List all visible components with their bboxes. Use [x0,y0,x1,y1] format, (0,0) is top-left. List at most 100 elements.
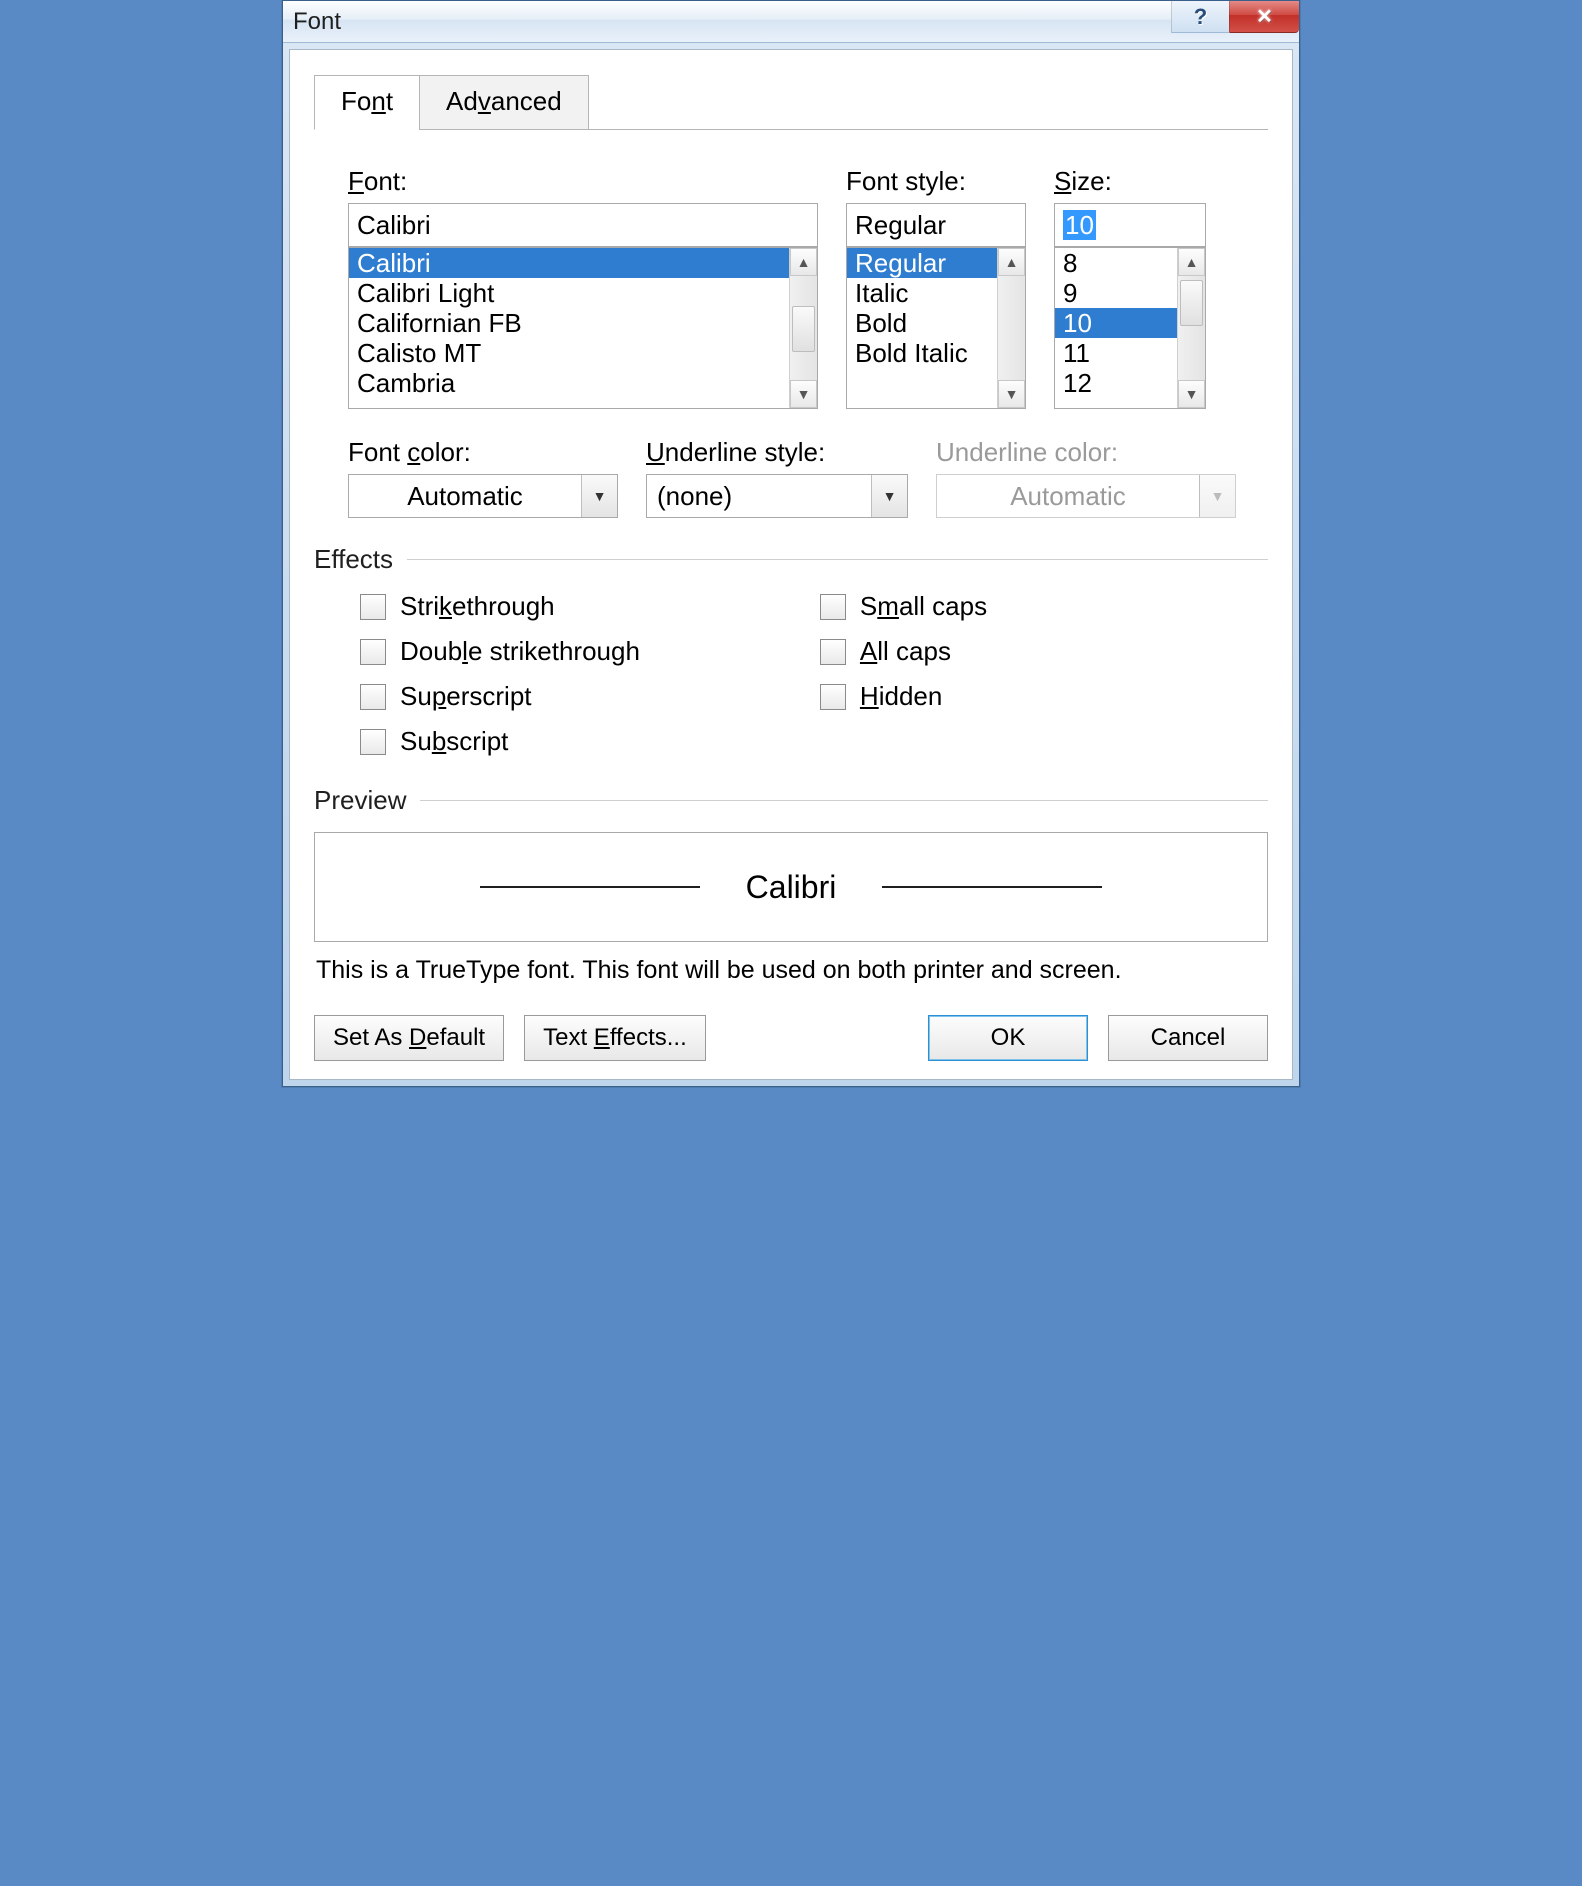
underline-style-combo[interactable]: (none) ▼ [646,474,908,518]
help-button[interactable]: ? [1171,1,1229,33]
set-as-default-button[interactable]: Set As Default [314,1015,504,1061]
button-bar: Set As Default Text Effects... OK Cancel [314,1015,1268,1061]
scroll-track[interactable] [998,276,1025,380]
size-listbox[interactable]: 8 9 10 11 12 ▲ ▼ [1054,247,1206,409]
effects-grid: Strikethrough Double strikethrough Super… [314,591,1268,757]
client-frame: Font Advanced Font: Calibri Calibri Cali… [283,43,1299,1086]
font-input[interactable]: Calibri [348,203,818,247]
all-caps-checkbox[interactable]: All caps [820,636,987,667]
checkbox-icon [820,684,846,710]
style-column: Font style: Regular Regular Italic Bold … [846,166,1026,409]
checkbox-icon [360,684,386,710]
preview-sample: Calibri [746,869,837,906]
underline-color-label: Underline color: [936,437,1236,468]
subscript-checkbox[interactable]: Subscript [360,726,640,757]
window-title: Font [293,8,341,36]
divider [407,559,1268,560]
effects-col-right: Small caps All caps Hidden [820,591,987,757]
tab-advanced[interactable]: Advanced [419,75,589,130]
list-item[interactable]: Bold [847,308,997,338]
preview-box: Calibri [314,832,1268,942]
dropdown-row: Font color: Automatic ▼ Underline style:… [314,437,1268,518]
list-item[interactable]: Bold Italic [847,338,997,368]
list-item[interactable]: 10 [1055,308,1177,338]
list-item[interactable]: 9 [1055,278,1177,308]
preview-group-title: Preview [314,785,1268,816]
size-list-items: 8 9 10 11 12 [1055,248,1177,408]
tabstrip: Font Advanced [314,74,1268,130]
tab-font[interactable]: Font [314,75,420,130]
effects-group-title: Effects [314,544,1268,575]
list-item[interactable]: Calibri [349,248,789,278]
font-color-combo[interactable]: Automatic ▼ [348,474,618,518]
list-item[interactable]: Calisto MT [349,338,789,368]
cancel-button[interactable]: Cancel [1108,1015,1268,1061]
ok-button[interactable]: OK [928,1015,1088,1061]
scroll-up-icon[interactable]: ▲ [998,248,1025,276]
scroll-up-icon[interactable]: ▲ [1178,248,1205,276]
size-input[interactable]: 10 [1054,203,1206,247]
chevron-down-icon: ▼ [1199,475,1235,517]
small-caps-checkbox[interactable]: Small caps [820,591,987,622]
strikethrough-checkbox[interactable]: Strikethrough [360,591,640,622]
font-color-column: Font color: Automatic ▼ [348,437,618,518]
checkbox-icon [360,594,386,620]
checkbox-icon [820,639,846,665]
preview-line-left [480,886,700,888]
scroll-thumb[interactable] [792,306,815,352]
list-item[interactable]: Californian FB [349,308,789,338]
checkbox-icon [820,594,846,620]
close-button[interactable]: ✕ [1229,1,1299,33]
divider [420,800,1268,801]
scroll-thumb[interactable] [1180,280,1203,326]
size-scrollbar[interactable]: ▲ ▼ [1177,248,1205,408]
font-color-label: Font color: [348,437,618,468]
scroll-down-icon[interactable]: ▼ [1178,380,1205,408]
preview-line-right [882,886,1102,888]
scroll-down-icon[interactable]: ▼ [998,380,1025,408]
list-item[interactable]: 8 [1055,248,1177,278]
checkbox-icon [360,639,386,665]
titlebar[interactable]: Font ? ✕ [283,1,1299,43]
double-strikethrough-checkbox[interactable]: Double strikethrough [360,636,640,667]
font-style-size-row: Font: Calibri Calibri Calibri Light Cali… [314,166,1268,409]
scroll-up-icon[interactable]: ▲ [790,248,817,276]
scroll-track[interactable] [790,276,817,380]
scroll-track[interactable] [1178,276,1205,380]
underline-style-column: Underline style: (none) ▼ [646,437,908,518]
window-buttons: ? ✕ [1171,1,1299,33]
preview-note: This is a TrueType font. This font will … [316,956,1266,985]
text-effects-button[interactable]: Text Effects... [524,1015,706,1061]
list-item[interactable]: 11 [1055,338,1177,368]
font-dialog: Font ? ✕ Font Advanced Font: [282,0,1300,1087]
effects-col-left: Strikethrough Double strikethrough Super… [360,591,640,757]
underline-style-label: Underline style: [646,437,908,468]
close-icon: ✕ [1256,4,1273,29]
style-scrollbar[interactable]: ▲ ▼ [997,248,1025,408]
list-item[interactable]: Italic [847,278,997,308]
scroll-down-icon[interactable]: ▼ [790,380,817,408]
font-listbox[interactable]: Calibri Calibri Light Californian FB Cal… [348,247,818,409]
font-scrollbar[interactable]: ▲ ▼ [789,248,817,408]
style-input[interactable]: Regular [846,203,1026,247]
style-label: Font style: [846,166,1026,197]
size-label: Size: [1054,166,1206,197]
underline-color-column: Underline color: Automatic ▼ [936,437,1236,518]
chevron-down-icon: ▼ [871,475,907,517]
style-listbox[interactable]: Regular Italic Bold Bold Italic ▲ ▼ [846,247,1026,409]
help-icon: ? [1194,4,1207,30]
underline-color-combo: Automatic ▼ [936,474,1236,518]
list-item[interactable]: Regular [847,248,997,278]
chevron-down-icon: ▼ [581,475,617,517]
size-column: Size: 10 8 9 10 11 12 ▲ [1054,166,1206,409]
checkbox-icon [360,729,386,755]
client-area: Font Advanced Font: Calibri Calibri Cali… [289,49,1293,1080]
hidden-checkbox[interactable]: Hidden [820,681,987,712]
font-label: Font: [348,166,818,197]
font-list-items: Calibri Calibri Light Californian FB Cal… [349,248,789,408]
list-item[interactable]: Cambria [349,368,789,398]
superscript-checkbox[interactable]: Superscript [360,681,640,712]
font-column: Font: Calibri Calibri Calibri Light Cali… [348,166,818,409]
list-item[interactable]: 12 [1055,368,1177,398]
list-item[interactable]: Calibri Light [349,278,789,308]
